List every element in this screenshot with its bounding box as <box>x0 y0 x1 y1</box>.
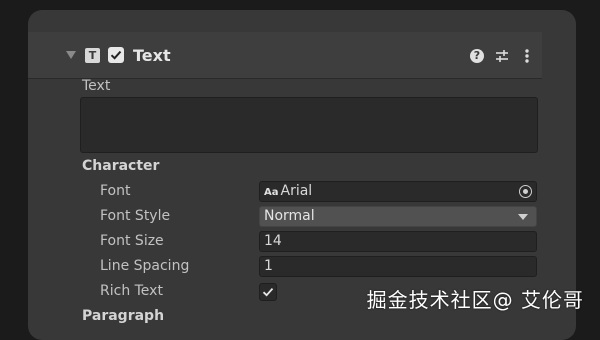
font-asset-icon: Aa <box>264 187 279 198</box>
font-label: Font <box>100 183 131 199</box>
checkmark-icon <box>262 288 274 297</box>
more-options-icon[interactable] <box>519 48 535 64</box>
paragraph-section-heading: Paragraph <box>82 308 165 324</box>
rich-text-checkbox[interactable] <box>259 283 277 301</box>
font-value: Arial <box>280 183 313 199</box>
checkmark-icon <box>110 50 122 60</box>
dropdown-arrow-icon <box>518 214 528 220</box>
component-enabled-checkbox[interactable] <box>108 47 124 63</box>
component-header[interactable] <box>28 32 542 79</box>
font-style-value: Normal <box>264 208 315 224</box>
rich-text-label: Rich Text <box>100 283 163 299</box>
font-field[interactable]: Aa Arial <box>259 181 537 202</box>
character-section-heading: Character <box>82 158 160 174</box>
watermark: 掘金技术社区@ 艾伦哥 <box>366 288 584 312</box>
text-input-area[interactable] <box>80 97 538 153</box>
object-picker-icon[interactable] <box>519 185 532 198</box>
line-spacing-label: Line Spacing <box>100 258 190 274</box>
font-size-label: Font Size <box>100 233 164 249</box>
font-style-dropdown[interactable]: Normal <box>259 206 537 227</box>
help-icon[interactable]: ? <box>470 49 484 63</box>
text-label: Text <box>82 78 111 94</box>
line-spacing-input[interactable]: 1 <box>259 256 537 277</box>
preset-icon[interactable] <box>494 48 510 64</box>
font-size-input[interactable]: 14 <box>259 231 537 252</box>
font-style-label: Font Style <box>100 208 171 224</box>
component-title: Text <box>133 46 171 65</box>
text-component-icon: T <box>85 48 100 63</box>
foldout-arrow-icon[interactable] <box>66 51 76 59</box>
